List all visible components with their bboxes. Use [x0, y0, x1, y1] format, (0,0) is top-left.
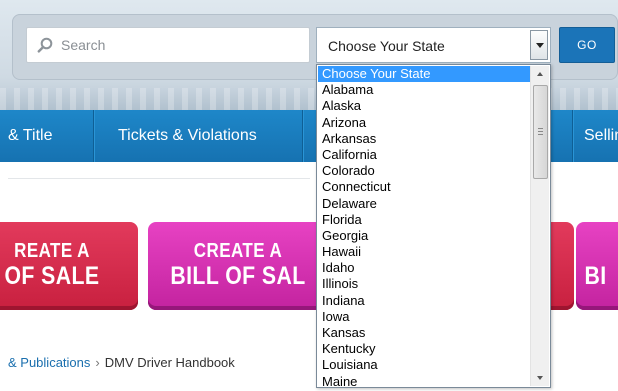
scrollbar-thumb[interactable]: [533, 85, 548, 179]
state-option[interactable]: Arkansas: [318, 131, 530, 147]
state-option[interactable]: Colorado: [318, 163, 530, 179]
state-option[interactable]: Kentucky: [318, 341, 530, 357]
state-option[interactable]: Connecticut: [318, 179, 530, 195]
chevron-down-icon[interactable]: [530, 30, 548, 60]
breadcrumb-separator: ›: [95, 355, 100, 370]
scroll-down-icon[interactable]: [532, 369, 549, 386]
banner-line: OF SALE: [4, 262, 100, 290]
nav-divider: [572, 110, 573, 162]
breadcrumb-current: DMV Driver Handbook: [104, 355, 235, 370]
state-option[interactable]: Choose Your State: [318, 66, 530, 83]
breadcrumb-link[interactable]: & Publications: [8, 355, 90, 370]
state-option[interactable]: Louisiana: [318, 357, 530, 373]
state-option[interactable]: Kansas: [318, 325, 530, 341]
nav-item-selling[interactable]: Selling: [584, 110, 618, 162]
content-divider: [8, 178, 310, 179]
state-option[interactable]: Arizona: [318, 115, 530, 131]
state-select-value: Choose Your State: [328, 38, 445, 54]
search-box[interactable]: [26, 27, 310, 63]
nav-divider: [93, 110, 94, 162]
create-bill-of-sale-banner[interactable]: CREATE A BILL OF SAL: [148, 222, 328, 310]
dropdown-scrollbar[interactable]: [530, 66, 549, 386]
breadcrumb: & Publications › DMV Driver Handbook: [8, 355, 235, 370]
nav-item-title[interactable]: & Title: [8, 110, 52, 162]
state-option[interactable]: Alabama: [318, 82, 530, 98]
state-select[interactable]: Choose Your State: [316, 27, 551, 63]
banner-partial[interactable]: BI: [576, 222, 618, 310]
state-option[interactable]: California: [318, 147, 530, 163]
nav-item-tickets-violations[interactable]: Tickets & Violations: [118, 110, 257, 162]
banner-line: REATE A: [14, 240, 90, 262]
banner-line: BILL OF SAL: [170, 262, 306, 290]
state-option[interactable]: Delaware: [318, 196, 530, 212]
state-option[interactable]: Hawaii: [318, 244, 530, 260]
search-input[interactable]: [61, 28, 301, 62]
state-option[interactable]: Florida: [318, 212, 530, 228]
create-bill-of-sale-banner[interactable]: REATE A OF SALE: [0, 222, 138, 310]
nav-divider: [302, 110, 303, 162]
state-option[interactable]: Georgia: [318, 228, 530, 244]
scroll-up-icon[interactable]: [532, 66, 549, 83]
state-option[interactable]: Illinois: [318, 276, 530, 292]
state-options: Choose Your State Alabama Alaska Arizona…: [318, 66, 530, 387]
state-option[interactable]: Idaho: [318, 260, 530, 276]
go-button[interactable]: GO: [559, 27, 615, 63]
grip-icon: [538, 128, 543, 135]
state-option[interactable]: Maine: [318, 374, 530, 387]
banner-line: CREATE A: [193, 240, 283, 262]
banner-line: BI: [584, 262, 607, 290]
search-icon: [37, 37, 53, 53]
state-option[interactable]: Iowa: [318, 309, 530, 325]
state-option[interactable]: Indiana: [318, 293, 530, 309]
state-dropdown-list[interactable]: Choose Your State Alabama Alaska Arizona…: [316, 64, 551, 388]
state-option[interactable]: Alaska: [318, 98, 530, 114]
